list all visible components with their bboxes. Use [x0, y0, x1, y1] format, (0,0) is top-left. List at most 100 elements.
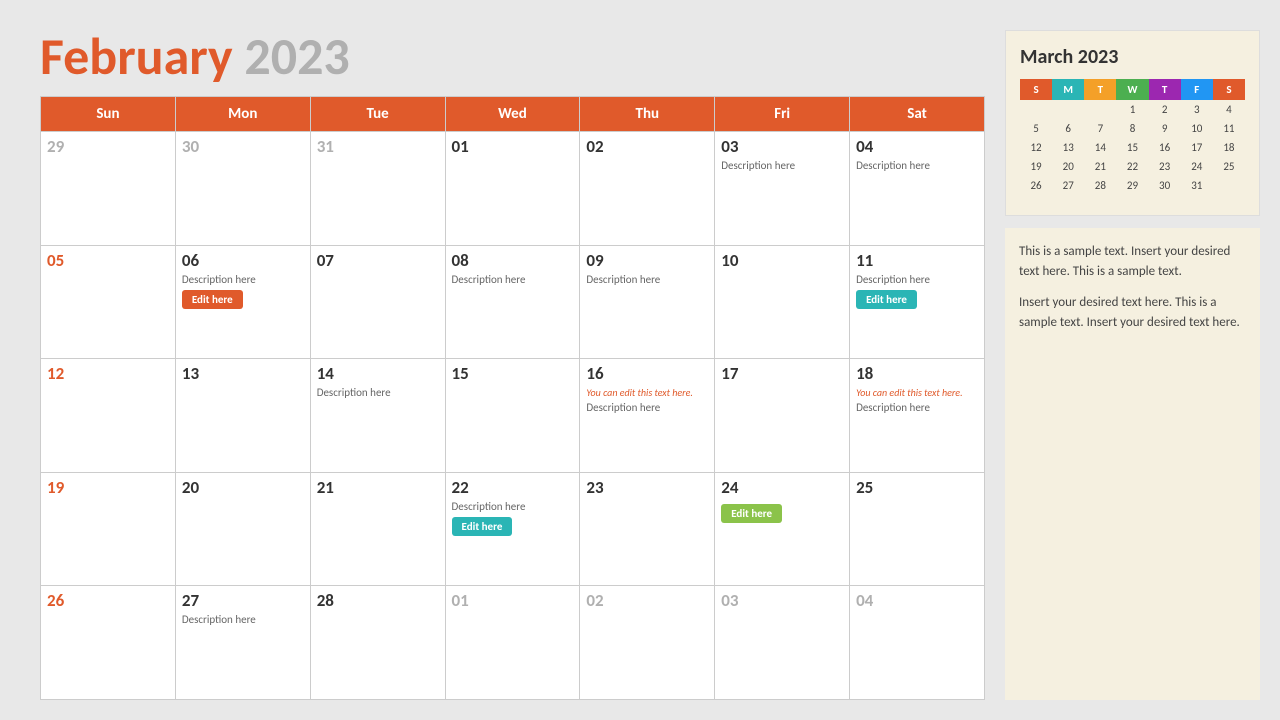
mini-cal-cell [1116, 195, 1148, 201]
calendar-cell: 07 [310, 245, 445, 359]
mini-cal-cell: 20 [1052, 157, 1084, 176]
title-month: February [40, 24, 233, 88]
calendar-cell: 16You can edit this text here.Descriptio… [580, 359, 715, 473]
day-number: 04 [856, 136, 978, 157]
mini-cal-cell [1213, 195, 1245, 201]
calendar-cell: 19 [41, 472, 176, 586]
description-text: Description here [182, 613, 304, 626]
mini-cal-cell: 23 [1149, 157, 1181, 176]
title-year: 2023 [244, 24, 349, 88]
mini-cal-header-row: S M T W T F S [1020, 79, 1245, 100]
day-number: 09 [586, 250, 708, 271]
calendar-cell: 24Edit here [715, 472, 850, 586]
mini-cal-cell: 18 [1213, 138, 1245, 157]
col-header-wed: Wed [445, 97, 580, 132]
description-text: Description here [856, 401, 978, 414]
mini-cal-cell: 1 [1116, 100, 1148, 119]
calendar-cell: 01 [445, 132, 580, 246]
day-number: 19 [47, 477, 169, 498]
mini-cal-cell: 24 [1181, 157, 1213, 176]
edit-button[interactable]: Edit here [721, 504, 782, 523]
mini-col-s2: S [1213, 79, 1245, 100]
mini-cal-cell: 16 [1149, 138, 1181, 157]
calendar-cell: 27 Description here [175, 586, 310, 700]
edit-button[interactable]: Edit here [856, 290, 917, 309]
mini-cal-cell: 7 [1084, 119, 1116, 138]
mini-cal-cell [1084, 100, 1116, 119]
mini-col-t1: T [1084, 79, 1116, 100]
mini-cal-cell: 27 [1052, 176, 1084, 195]
mini-cal-cell [1052, 195, 1084, 201]
mini-cal-cell: 6 [1052, 119, 1084, 138]
mini-cal-cell: 15 [1116, 138, 1148, 157]
day-number: 05 [47, 250, 169, 271]
mini-cal-cell: 2 [1149, 100, 1181, 119]
mini-cal-cell: 31 [1181, 176, 1213, 195]
day-number: 29 [47, 136, 169, 157]
mini-cal-row: 567891011 [1020, 119, 1245, 138]
day-number: 15 [452, 363, 574, 384]
mini-cal-cell: 11 [1213, 119, 1245, 138]
mini-cal-row: 19202122232425 [1020, 157, 1245, 176]
day-number: 01 [452, 136, 574, 157]
mini-cal-cell: 30 [1149, 176, 1181, 195]
mini-cal-cell: 12 [1020, 138, 1052, 157]
calendar-cell: 17 [715, 359, 850, 473]
calendar-cell: 08Description here [445, 245, 580, 359]
edit-button[interactable]: Edit here [452, 517, 513, 536]
calendar-cell: 04 Description here [850, 132, 985, 246]
mini-cal-cell [1181, 195, 1213, 201]
description-text: Description here [856, 159, 978, 172]
mini-cal-cell: 10 [1181, 119, 1213, 138]
day-number: 04 [856, 590, 978, 611]
day-number: 13 [182, 363, 304, 384]
calendar-cell: 13 [175, 359, 310, 473]
calendar-cell: 18You can edit this text here.Descriptio… [850, 359, 985, 473]
calendar-header-row: SunMonTueWedThuFriSat [41, 97, 985, 132]
col-header-sat: Sat [850, 97, 985, 132]
main-title: February 2023 [40, 30, 985, 82]
calendar-cell: 20 [175, 472, 310, 586]
mini-cal-cell: 13 [1052, 138, 1084, 157]
day-number: 25 [856, 477, 978, 498]
calendar-cell: 26 [41, 586, 176, 700]
calendar-cell: 03 [715, 586, 850, 700]
mini-cal-cell: 4 [1213, 100, 1245, 119]
sidebar: March 2023 S M T W T F S 123456789101112… [1005, 30, 1260, 700]
day-number: 01 [452, 590, 574, 611]
you-can-edit-text: You can edit this text here. [586, 386, 708, 399]
calendar-cell: 30 [175, 132, 310, 246]
day-number: 06 [182, 250, 304, 271]
calendar-cell: 21 [310, 472, 445, 586]
description-text: Description here [182, 273, 304, 286]
mini-cal-cell: 25 [1213, 157, 1245, 176]
edit-button[interactable]: Edit here [182, 290, 243, 309]
calendar-table: SunMonTueWedThuFriSat 293031010203Descri… [40, 96, 985, 700]
description-text: Description here [586, 273, 708, 286]
calendar-cell: 12 [41, 359, 176, 473]
main-section: February 2023 SunMonTueWedThuFriSat 29 30… [40, 30, 985, 700]
day-number: 26 [47, 590, 169, 611]
description-text: Description here [856, 273, 978, 286]
calendar-row: 05 06 Description here Edit here 07 08Descrip… [41, 245, 985, 359]
sidebar-text-1: This is a sample text. Insert your desir… [1019, 242, 1246, 281]
calendar-cell: 29 [41, 132, 176, 246]
mini-cal-row: 1234 [1020, 100, 1245, 119]
mini-cal-title: March 2023 [1020, 45, 1245, 69]
mini-col-m: M [1052, 79, 1084, 100]
day-number: 27 [182, 590, 304, 611]
description-text: Description here [452, 273, 574, 286]
calendar-cell: 02 [580, 132, 715, 246]
day-number: 28 [317, 590, 439, 611]
mini-cal-cell: 8 [1116, 119, 1148, 138]
day-number: 07 [317, 250, 439, 271]
mini-col-t2: T [1149, 79, 1181, 100]
calendar-cell: 09 Description here [580, 245, 715, 359]
calendar-cell: 14Description here [310, 359, 445, 473]
day-number: 02 [586, 590, 708, 611]
sidebar-text-2: Insert your desired text here. This is a… [1019, 293, 1246, 332]
col-header-tue: Tue [310, 97, 445, 132]
description-text: Description here [721, 159, 843, 172]
mini-calendar-box: March 2023 S M T W T F S 123456789101112… [1005, 30, 1260, 216]
mini-col-s: S [1020, 79, 1052, 100]
